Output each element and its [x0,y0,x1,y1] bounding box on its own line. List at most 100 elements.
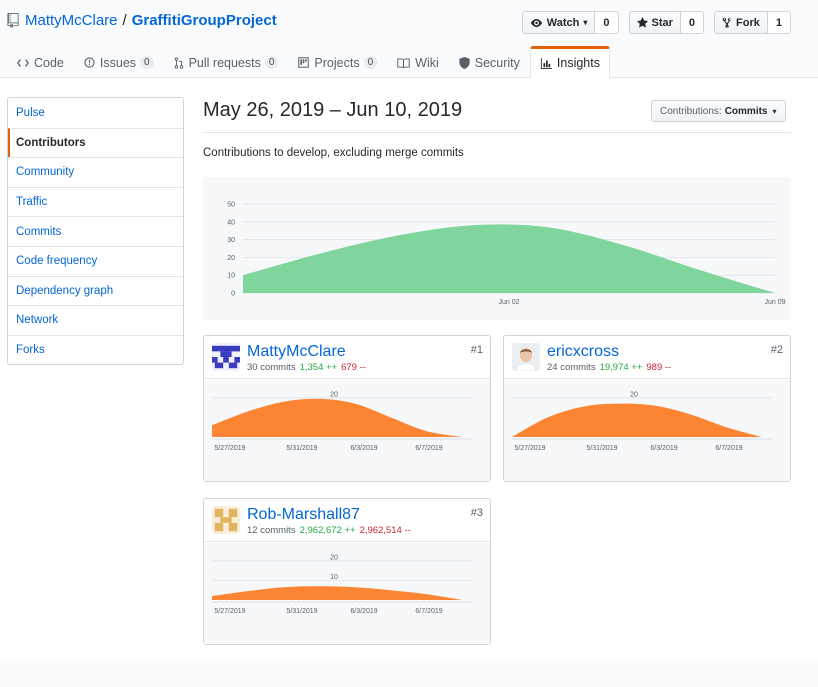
tab-wiki-label: Wiki [415,55,439,70]
repo-owner-link[interactable]: MattyMcClare [25,12,118,29]
divider [203,132,791,133]
star-icon [636,17,648,28]
tab-issues[interactable]: Issues 0 [74,46,164,78]
issues-count-badge: 0 [140,56,154,69]
project-icon [298,57,310,68]
x-tick-label: 6/7/2019 [715,445,742,452]
contributions-select[interactable]: Contributions: Commits ▾ [651,100,786,122]
x-tick-label: 5/31/2019 [286,445,317,452]
tab-security-label: Security [474,55,520,70]
tab-pull-requests-label: Pull requests [188,55,261,70]
contributor-rank: #3 [470,507,483,519]
contributor-stats: 30 commits 1,354 ++ 679 -- [247,362,366,373]
sidebar-item-forks[interactable]: Forks [8,334,183,365]
x-tick-label: 6/3/2019 [650,445,677,452]
tab-wiki[interactable]: Wiki [387,46,449,78]
repo-separator: / [122,12,127,29]
avatar[interactable] [212,506,240,534]
x-tick-label: 5/27/2019 [514,445,545,452]
x-tick-label: 5/31/2019 [586,445,617,452]
contributor-login[interactable]: Rob-Marshall87 [247,506,360,524]
y-tick-label: 20 [630,391,638,398]
contributor-rank: #2 [770,344,783,356]
avatar[interactable] [212,343,240,371]
x-tick-label: 6/3/2019 [350,445,377,452]
identicon-avatar-icon [212,343,240,371]
deletions-count: 2,962,514 -- [359,525,411,536]
x-tick-label: 6/3/2019 [350,608,377,615]
y-tick-label: 20 [330,554,338,561]
commits-area [212,586,462,600]
deletions-count: 679 -- [341,362,366,373]
identicon-avatar-icon [212,506,240,534]
y-tick-label: 30 [227,237,235,244]
watch-count[interactable]: 0 [595,11,619,34]
pull-requests-count-badge: 0 [264,56,279,69]
repo-name-link[interactable]: GraffitiGroupProject [132,12,277,29]
main-chart-svg: 0 10 20 30 40 50 Jun 02 Jun 09 [227,202,785,307]
watch-button[interactable]: Watch ▾ [521,11,596,34]
contributor-card-3: Rob-Marshall87 12 commits 2,962,672 ++ 2,9… [203,498,491,645]
sidebar-item-network[interactable]: Network [8,305,183,335]
sidebar-item-dependency-graph[interactable]: Dependency graph [8,275,183,306]
shield-icon [459,56,470,69]
commits-link[interactable]: 12 commits [247,525,296,536]
contributions-select-value: Commits [724,105,768,117]
x-tick-label: 6/7/2019 [415,445,442,452]
tab-code-label: Code [34,55,64,70]
additions-count: 19,974 ++ [599,362,643,373]
contributor-login[interactable]: ericxcross [547,343,619,361]
tab-security[interactable]: Security [449,46,530,78]
sidebar-item-contributors[interactable]: Contributors [8,127,183,158]
contributor-stats: 24 commits 19,974 ++ 989 -- [547,362,671,373]
projects-count-badge: 0 [363,56,378,69]
x-tick-label: 5/31/2019 [286,608,317,615]
graph-icon [540,57,552,69]
tab-projects[interactable]: Projects 0 [288,46,387,78]
x-tick-label: 5/27/2019 [214,608,245,615]
tab-insights[interactable]: Insights [529,46,610,78]
contributor-chart-svg: 20 10 5/27/2019 5/31/2019 6/3/2019 6/7/2019 [212,554,472,615]
repo-icon [7,13,19,28]
watch-group: Watch ▾ 0 [521,11,619,34]
tab-insights-label: Insights [556,56,600,70]
commits-area [212,398,462,437]
fork-count[interactable]: 1 [767,11,791,34]
x-tick-label: Jun 02 [498,299,519,306]
contributor-login[interactable]: MattyMcClare [247,343,346,361]
sidebar-item-traffic[interactable]: Traffic [8,186,183,217]
fork-icon [722,17,731,28]
fork-group: Fork 1 [714,11,791,34]
y-tick-label: 20 [330,391,338,398]
star-group: Star 0 [628,11,705,34]
tab-code[interactable]: Code [7,46,74,78]
tab-projects-label: Projects [314,55,360,70]
avatar[interactable] [512,343,540,371]
contributor-graph: 20 10 5/27/2019 5/31/2019 6/3/2019 6/7/2019 [204,543,490,644]
sidebar-item-code-frequency[interactable]: Code frequency [8,245,183,276]
y-tick-label: 20 [227,255,235,262]
chevron-down-icon: ▾ [772,106,777,116]
star-button[interactable]: Star [628,11,681,34]
sidebar-item-commits[interactable]: Commits [8,216,183,246]
book-icon [397,57,410,68]
additions-count: 2,962,672 ++ [299,525,356,536]
contributor-graph: 20 5/27/2019 5/31/2019 6/3/2019 6/7/2019 [204,380,490,481]
commits-link[interactable]: 24 commits [547,362,596,373]
person-photo-avatar-icon [512,343,540,371]
date-range-title: May 26, 2019 – Jun 10, 2019 [203,99,463,121]
tab-issues-label: Issues [99,55,137,70]
issue-icon [84,57,95,68]
sidebar-item-pulse[interactable]: Pulse [8,98,183,128]
contributions-select-prefix: Contributions: [660,105,722,117]
commits-link[interactable]: 30 commits [247,362,296,373]
star-count[interactable]: 0 [680,11,705,34]
watch-label: Watch [546,16,580,29]
y-tick-label: 40 [227,219,235,226]
fork-button[interactable]: Fork [714,11,768,34]
commits-area [512,403,762,437]
contributor-chart-svg: 20 5/27/2019 5/31/2019 6/3/2019 6/7/2019 [212,391,472,452]
tab-pull-requests[interactable]: Pull requests 0 [164,46,289,78]
sidebar-item-community[interactable]: Community [8,157,183,187]
commits-area [243,224,775,293]
